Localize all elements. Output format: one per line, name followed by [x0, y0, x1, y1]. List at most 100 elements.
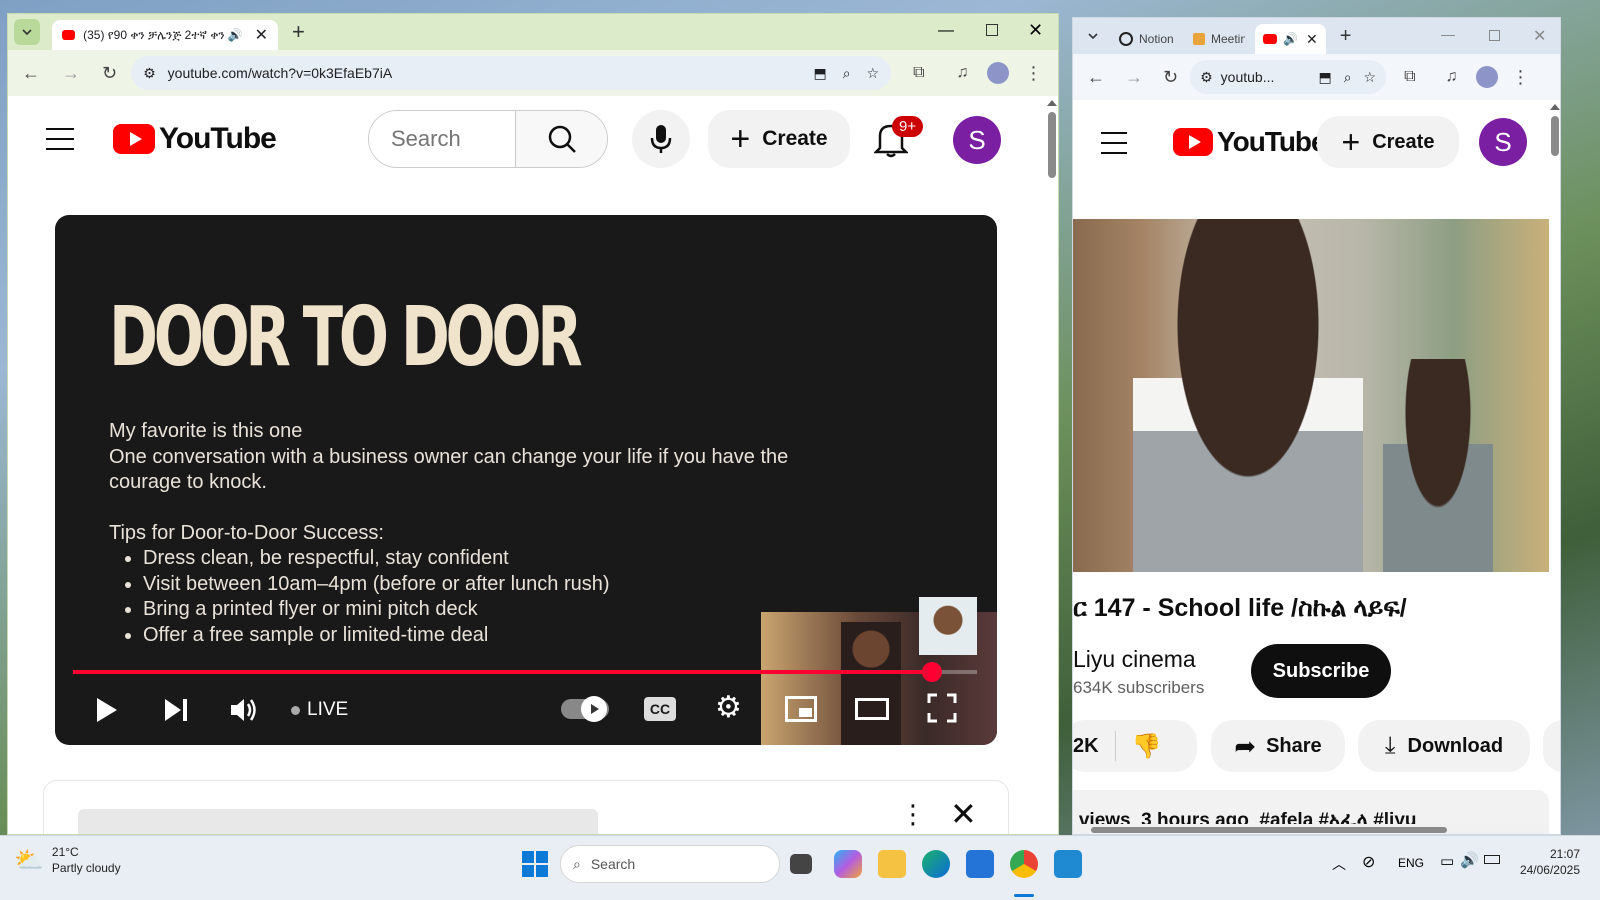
- address-bar[interactable]: ⚙ youtub... ⬒ ⌕ ☆: [1190, 60, 1387, 94]
- site-info-icon[interactable]: ⚙: [1200, 69, 1213, 86]
- tab-youtube[interactable]: (35) የ90 ቀን ቻሌንጅ 2ተኛ ቀን · 🔊 ✕: [52, 20, 278, 50]
- progress-scrubber[interactable]: [921, 662, 942, 682]
- profile-avatar[interactable]: [986, 62, 1009, 84]
- youtube-logo[interactable]: YouTube: [1173, 126, 1327, 158]
- autoplay-toggle[interactable]: [561, 696, 609, 722]
- extensions-icon[interactable]: ⧉: [913, 64, 924, 82]
- video-player[interactable]: DOOR TO DOOR My favorite is this one One…: [55, 215, 997, 745]
- tab-notion[interactable]: Notion: [1109, 24, 1183, 54]
- account-avatar[interactable]: S: [1479, 118, 1527, 166]
- video-frame[interactable]: [1073, 219, 1549, 572]
- horizontal-scrollbar[interactable]: [1073, 824, 1549, 834]
- new-tab-button[interactable]: +: [1340, 25, 1352, 48]
- url-text[interactable]: youtube.com/watch?v=0k3EfaEb7iA: [168, 65, 393, 81]
- next-button[interactable]: [163, 696, 189, 729]
- forward-icon[interactable]: →: [62, 63, 80, 84]
- close-card-icon[interactable]: ✕: [950, 795, 977, 833]
- miniplayer-button[interactable]: [785, 696, 817, 722]
- maximize-icon[interactable]: [986, 24, 998, 36]
- tab-search-icon[interactable]: [1081, 24, 1105, 48]
- recommendation-card[interactable]: ⋮ ✕: [43, 780, 1009, 834]
- captions-button[interactable]: CC: [644, 697, 676, 721]
- minimize-icon[interactable]: —: [938, 22, 954, 40]
- settings-button[interactable]: ⚙: [715, 693, 742, 723]
- live-indicator[interactable]: LIVE: [291, 699, 348, 721]
- back-icon[interactable]: ←: [22, 63, 40, 84]
- theater-mode-button[interactable]: [855, 698, 889, 720]
- scrollbar-thumb[interactable]: [1048, 112, 1056, 178]
- chrome-icon[interactable]: [1010, 850, 1038, 878]
- volume-icon[interactable]: 🔊: [1460, 851, 1479, 869]
- search-button[interactable]: [515, 111, 607, 167]
- scrollbar-thumb[interactable]: [1551, 116, 1559, 156]
- weather-widget[interactable]: ⛅ 21°C Partly cloudy: [14, 844, 121, 876]
- taskbar-search-box[interactable]: ⌕ Search: [560, 845, 780, 883]
- more-options-icon[interactable]: ⋮: [900, 799, 926, 830]
- task-view-icon[interactable]: [790, 854, 812, 874]
- page-scrollbar[interactable]: [1046, 100, 1058, 830]
- url-text[interactable]: youtub...: [1221, 69, 1275, 85]
- menu-dots-icon[interactable]: ⋮: [1025, 63, 1043, 84]
- scrollbar-thumb[interactable]: [1091, 827, 1447, 833]
- create-button[interactable]: + Create: [1317, 116, 1459, 168]
- reload-icon[interactable]: ↻: [102, 63, 117, 84]
- close-window-icon[interactable]: ✕: [1533, 26, 1546, 46]
- tab-youtube[interactable]: 🔊 ✕: [1255, 24, 1326, 54]
- hamburger-menu-icon[interactable]: [1101, 132, 1127, 154]
- play-button[interactable]: [95, 696, 119, 729]
- extensions-icon[interactable]: ⧉: [1404, 68, 1415, 86]
- youtube-logo[interactable]: YouTube: [113, 122, 277, 156]
- media-icon[interactable]: ♫: [957, 64, 969, 82]
- maximize-icon[interactable]: [1489, 30, 1500, 41]
- menu-dots-icon[interactable]: ⋮: [1512, 67, 1530, 88]
- download-button[interactable]: ⤓ Download: [1358, 720, 1530, 772]
- scroll-up-icon[interactable]: [1550, 104, 1560, 110]
- subscribe-button[interactable]: Subscribe: [1251, 644, 1391, 698]
- edge-icon[interactable]: [922, 850, 950, 878]
- dislike-icon[interactable]: 👎: [1132, 732, 1162, 761]
- battery-icon[interactable]: [1484, 855, 1500, 864]
- bookmark-star-icon[interactable]: ☆: [867, 65, 880, 82]
- new-tab-button[interactable]: +: [292, 19, 305, 45]
- profile-avatar[interactable]: [1475, 66, 1498, 88]
- zoom-icon[interactable]: ⌕: [1344, 69, 1352, 86]
- fullscreen-button[interactable]: [927, 693, 957, 728]
- notifications-button[interactable]: 9+: [872, 116, 924, 162]
- network-off-icon[interactable]: ⊘: [1362, 852, 1375, 872]
- bookmark-star-icon[interactable]: ☆: [1364, 69, 1377, 86]
- scroll-up-icon[interactable]: [1047, 100, 1057, 106]
- site-info-icon[interactable]: ⚙: [143, 65, 156, 82]
- tab-search-icon[interactable]: [14, 19, 40, 45]
- tray-chevron-icon[interactable]: ︿: [1332, 854, 1346, 874]
- close-tab-icon[interactable]: ✕: [1306, 31, 1318, 48]
- tab-meeting[interactable]: Meetin: [1183, 24, 1255, 54]
- display-icon[interactable]: ▭: [1440, 852, 1454, 870]
- clock[interactable]: 21:07 24/06/2025: [1510, 846, 1580, 878]
- start-windows-icon[interactable]: [521, 850, 549, 878]
- store-icon[interactable]: [966, 850, 994, 878]
- install-icon[interactable]: ⬒: [813, 65, 826, 82]
- minimize-icon[interactable]: —: [1441, 26, 1455, 42]
- hamburger-menu-icon[interactable]: [46, 128, 74, 150]
- install-icon[interactable]: ⬒: [1318, 69, 1331, 86]
- more-actions-button[interactable]: [1543, 720, 1560, 772]
- zoom-icon[interactable]: ⌕: [843, 65, 851, 82]
- channel-name[interactable]: Liyu cinema: [1073, 646, 1196, 673]
- share-button[interactable]: ➦ Share: [1211, 720, 1345, 772]
- search-box[interactable]: [368, 110, 608, 168]
- address-bar[interactable]: ⚙ youtube.com/watch?v=0k3EfaEb7iA ⬒ ⌕ ☆: [131, 56, 892, 90]
- file-explorer-icon[interactable]: [878, 850, 906, 878]
- page-scrollbar[interactable]: [1549, 104, 1560, 824]
- account-avatar[interactable]: S: [953, 116, 1001, 164]
- vscode-icon[interactable]: [1054, 850, 1082, 878]
- language-indicator[interactable]: ENG: [1398, 856, 1424, 870]
- like-count[interactable]: 2K: [1073, 735, 1099, 758]
- create-button[interactable]: + Create: [708, 110, 850, 168]
- back-icon[interactable]: ←: [1087, 67, 1105, 88]
- forward-icon[interactable]: →: [1125, 67, 1143, 88]
- search-input[interactable]: [369, 111, 515, 167]
- close-tab-icon[interactable]: ✕: [255, 25, 268, 45]
- volume-button[interactable]: [229, 696, 259, 729]
- copilot-icon[interactable]: [834, 850, 862, 878]
- reload-icon[interactable]: ↻: [1163, 67, 1178, 88]
